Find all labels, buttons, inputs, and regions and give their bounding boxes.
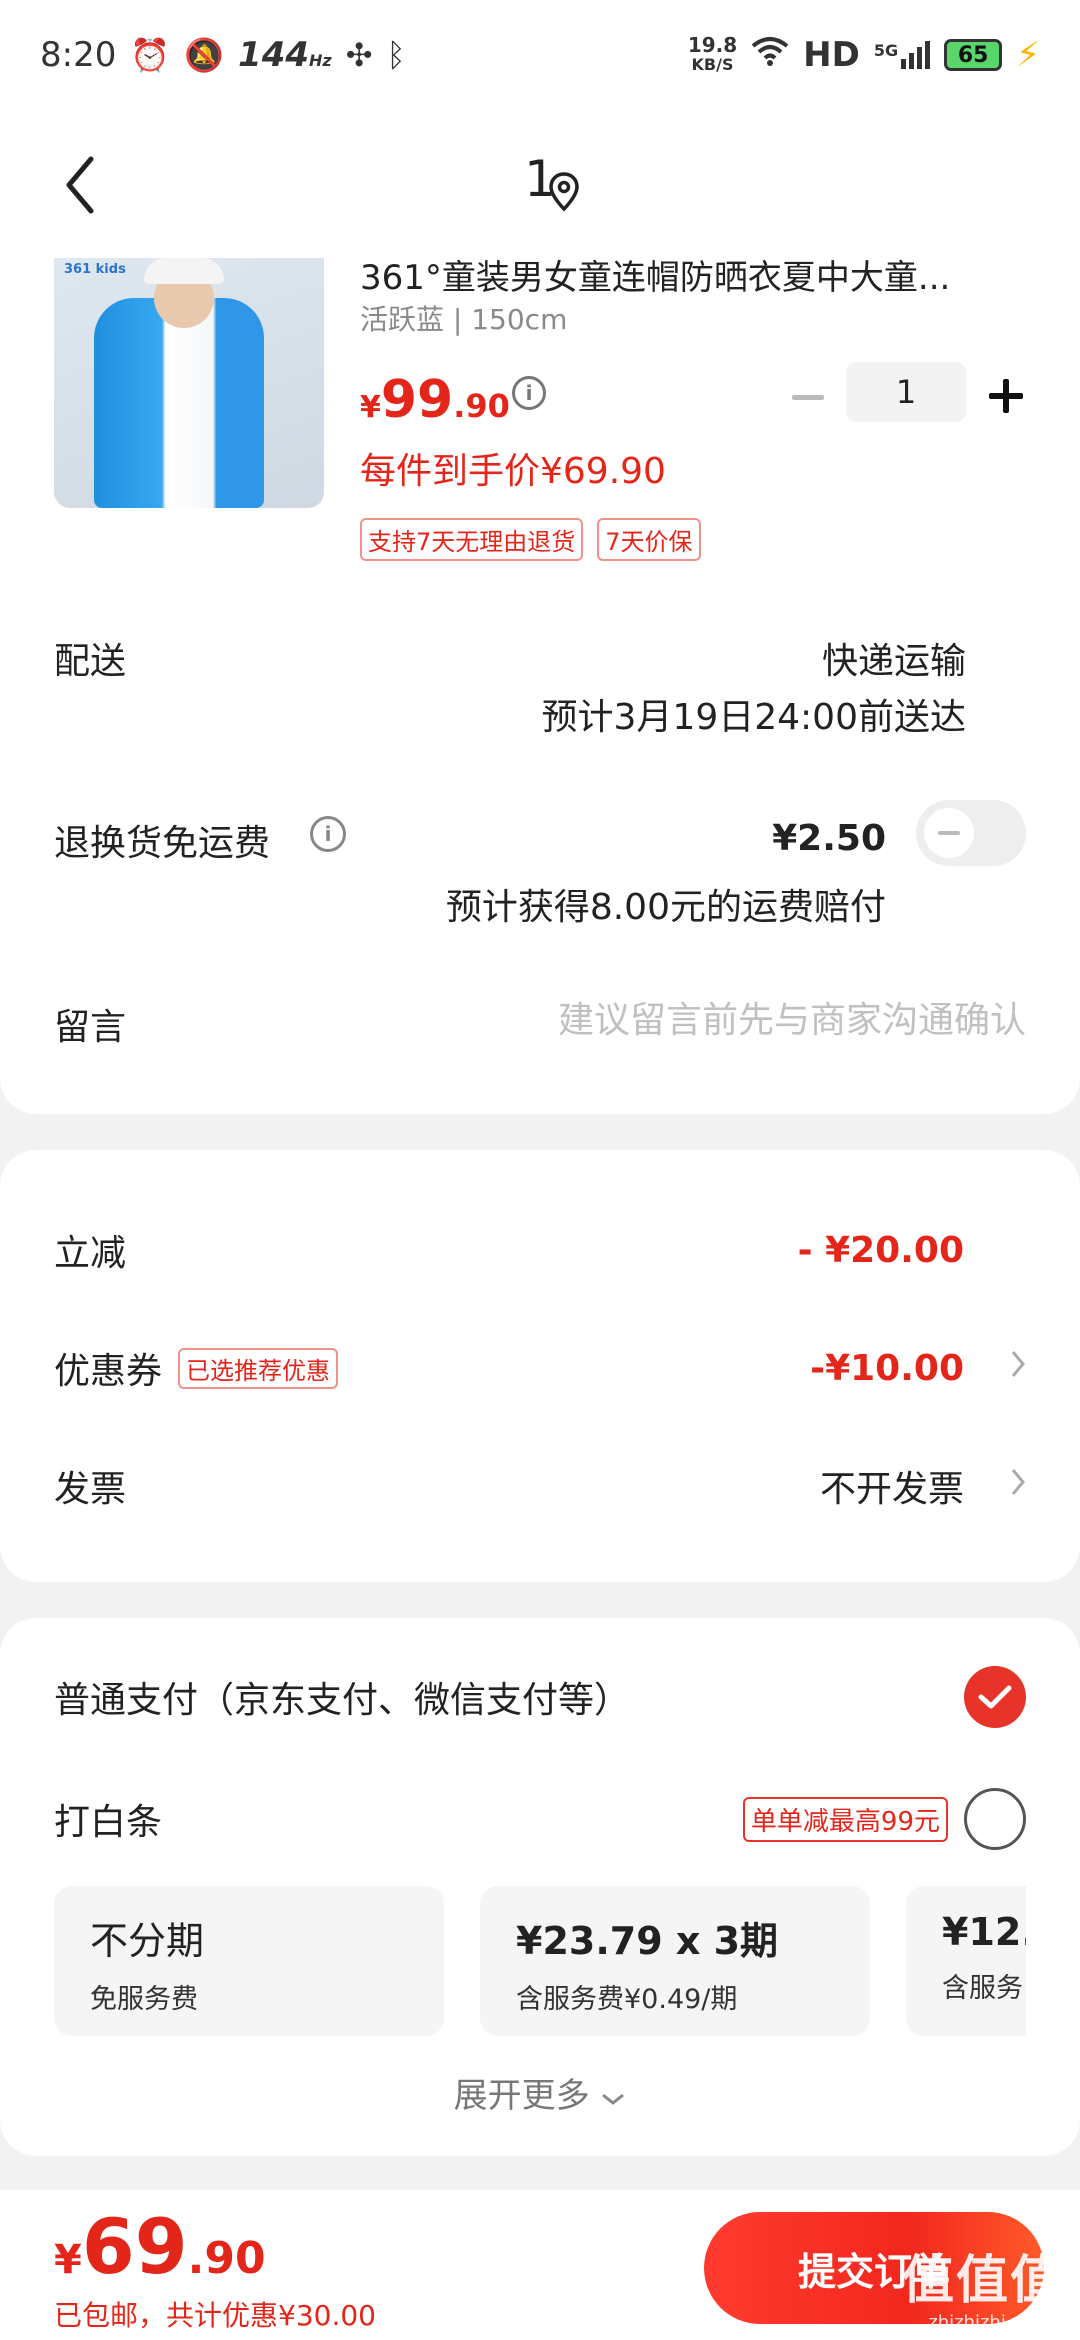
product-image-jacket [94, 298, 264, 508]
quantity-decrease-button[interactable] [788, 378, 828, 418]
product-spec: 活跃蓝 | 150cm [360, 303, 568, 336]
wifi-icon [751, 36, 789, 74]
delivery-method[interactable]: 快递运输 [822, 632, 966, 684]
net-speed: 19.8 KB/S [688, 35, 737, 75]
alarm-icon: ⏰ [130, 36, 171, 74]
hd-indicator: HD [803, 35, 860, 75]
battery-icon: 65 [944, 39, 1003, 71]
final-price: 每件到手价¥69.90 [360, 451, 666, 492]
location-pin-icon[interactable] [548, 172, 580, 212]
net-speed-unit: KB/S [691, 55, 734, 74]
toggle-knob [924, 808, 974, 858]
page-header: 1 [0, 110, 1080, 260]
signal-label: 5G [873, 41, 899, 60]
payment-card: 普通支付（京东支付、微信支付等） 打白条 单单减最高99元 不分期 免服务费 ¥… [0, 1618, 1080, 2156]
price-decimal: .90 [453, 387, 510, 425]
minus-icon [792, 395, 824, 400]
invoice-row[interactable]: 发票 不开发票 [54, 1456, 1026, 1516]
installment-plan[interactable]: ¥12.1 含服务 [906, 1886, 1026, 2036]
product-image[interactable]: 361 kids [54, 258, 324, 508]
checkmark-icon[interactable] [964, 1666, 1026, 1728]
watermark-logo: 值值值 [901, 2251, 1064, 2311]
installment-plan[interactable]: ¥23.79 x 3期 含服务费¥0.49/期 [480, 1886, 870, 2036]
status-left: 8:20 ⏰ 🔕 144Hz ✣ ᛒ [40, 35, 406, 75]
invoice-value: 不开发票 [819, 1469, 964, 1510]
message-input[interactable] [420, 992, 1026, 1048]
service-tag-return: 支持7天无理由退货 [360, 518, 584, 561]
radio-unchecked-icon[interactable] [964, 1788, 1026, 1850]
normal-payment-label: 普通支付（京东支付、微信支付等） [54, 1680, 631, 1721]
product-card: 361 kids 361°童装男女童连帽防晒衣夏中大童... 活跃蓝 | 150… [0, 258, 1080, 1114]
refresh-rate: 144Hz [238, 35, 332, 75]
coupon-label: 优惠券 [54, 1351, 163, 1392]
plus-icon [989, 379, 1023, 413]
return-shipping-info-icon[interactable]: i [310, 816, 346, 852]
service-tag-price-protect: 7天价保 [597, 518, 701, 561]
bluetooth-icon: ᛒ [386, 36, 406, 74]
fan-icon: ✣ [345, 36, 373, 74]
instant-discount-label: 立减 [54, 1233, 127, 1274]
installment-plan[interactable]: 不分期 免服务费 [54, 1886, 444, 2036]
price-integer: 99 [380, 370, 454, 430]
status-bar: 8:20 ⏰ 🔕 144Hz ✣ ᛒ 19.8 KB/S HD 5G 65 ⚡ [0, 0, 1080, 110]
expand-more-label: 展开更多 [453, 2076, 590, 2116]
message-label: 留言 [54, 1007, 127, 1048]
total-integer: 69 [81, 2202, 188, 2291]
product-image-cap [144, 258, 224, 284]
status-right: 19.8 KB/S HD 5G 65 ⚡ [688, 35, 1040, 75]
invoice-label: 发票 [54, 1469, 127, 1510]
delivery-eta: 预计3月19日24:00前送达 [541, 697, 966, 738]
expand-more-button[interactable]: 展开更多 [0, 2068, 1080, 2117]
baitiao-label: 打白条 [54, 1802, 163, 1843]
chevron-right-icon [1010, 1348, 1026, 1388]
return-shipping-compensation: 预计获得8.00元的运费赔付 [445, 887, 886, 928]
coupon-row[interactable]: 优惠券 已选推荐优惠 -¥10.00 [54, 1338, 1026, 1398]
refresh-rate-unit: Hz [309, 51, 332, 70]
coupon-tag: 已选推荐优惠 [178, 1347, 339, 1389]
plan-title: 不分期 [90, 1919, 205, 1963]
product-price: ¥99.90 [360, 370, 510, 430]
quantity-increase-button[interactable] [984, 374, 1028, 418]
plan-title: ¥23.79 x 3期 [516, 1919, 779, 1963]
brand-logo: 361 kids [64, 262, 126, 277]
total-note: 已包邮，共计优惠¥30.00 [54, 2299, 376, 2332]
refresh-rate-value: 144 [238, 35, 310, 75]
installment-plans: 不分期 免服务费 ¥23.79 x 3期 含服务费¥0.49/期 ¥12.1 含… [54, 1886, 1026, 2038]
quantity-input[interactable]: 1 [846, 362, 966, 422]
baitiao-payment-option[interactable]: 打白条 单单减最高99元 [54, 1784, 1026, 1854]
baitiao-promo-tag: 单单减最高99元 [742, 1796, 948, 1842]
charging-icon: ⚡ [1016, 35, 1040, 75]
return-shipping-price: ¥2.50 [772, 818, 886, 859]
plan-subtitle: 免服务费 [90, 1984, 198, 2015]
delivery-label: 配送 [54, 641, 127, 682]
price-info-icon[interactable]: i [512, 376, 546, 410]
plan-subtitle: 含服务 [942, 1973, 1023, 2004]
price-currency: ¥ [360, 390, 381, 425]
return-shipping-label: 退换货免运费 [54, 823, 271, 864]
net-speed-value: 19.8 [687, 33, 738, 57]
instant-discount-row: 立减 - ¥20.00 [54, 1220, 1026, 1280]
instant-discount-value: - ¥20.00 [797, 1229, 964, 1271]
total-price: ¥69.90 [54, 2202, 266, 2291]
return-shipping-toggle[interactable] [916, 800, 1026, 866]
total-currency: ¥ [54, 2237, 82, 2283]
normal-payment-option[interactable]: 普通支付（京东支付、微信支付等） [54, 1662, 1026, 1732]
chevron-right-icon [1010, 1466, 1026, 1506]
page-title: 1 [524, 150, 556, 208]
total-decimal: .90 [187, 2233, 266, 2284]
watermark-url: zhizhizhi.com [928, 2312, 1050, 2333]
coupon-value: -¥10.00 [810, 1347, 964, 1389]
signal-icon: 5G [873, 41, 931, 69]
plan-title: ¥12.1 [942, 1910, 1026, 1954]
service-tags: 支持7天无理由退货 7天价保 [360, 518, 701, 561]
discount-card: 立减 - ¥20.00 优惠券 已选推荐优惠 -¥10.00 发票 不开发票 [0, 1150, 1080, 1582]
chevron-down-icon [602, 2093, 625, 2105]
status-time: 8:20 [40, 35, 117, 75]
product-title[interactable]: 361°童装男女童连帽防晒衣夏中大童... [360, 250, 1020, 296]
mute-icon: 🔕 [184, 36, 225, 74]
plan-subtitle: 含服务费¥0.49/期 [516, 1984, 738, 2015]
